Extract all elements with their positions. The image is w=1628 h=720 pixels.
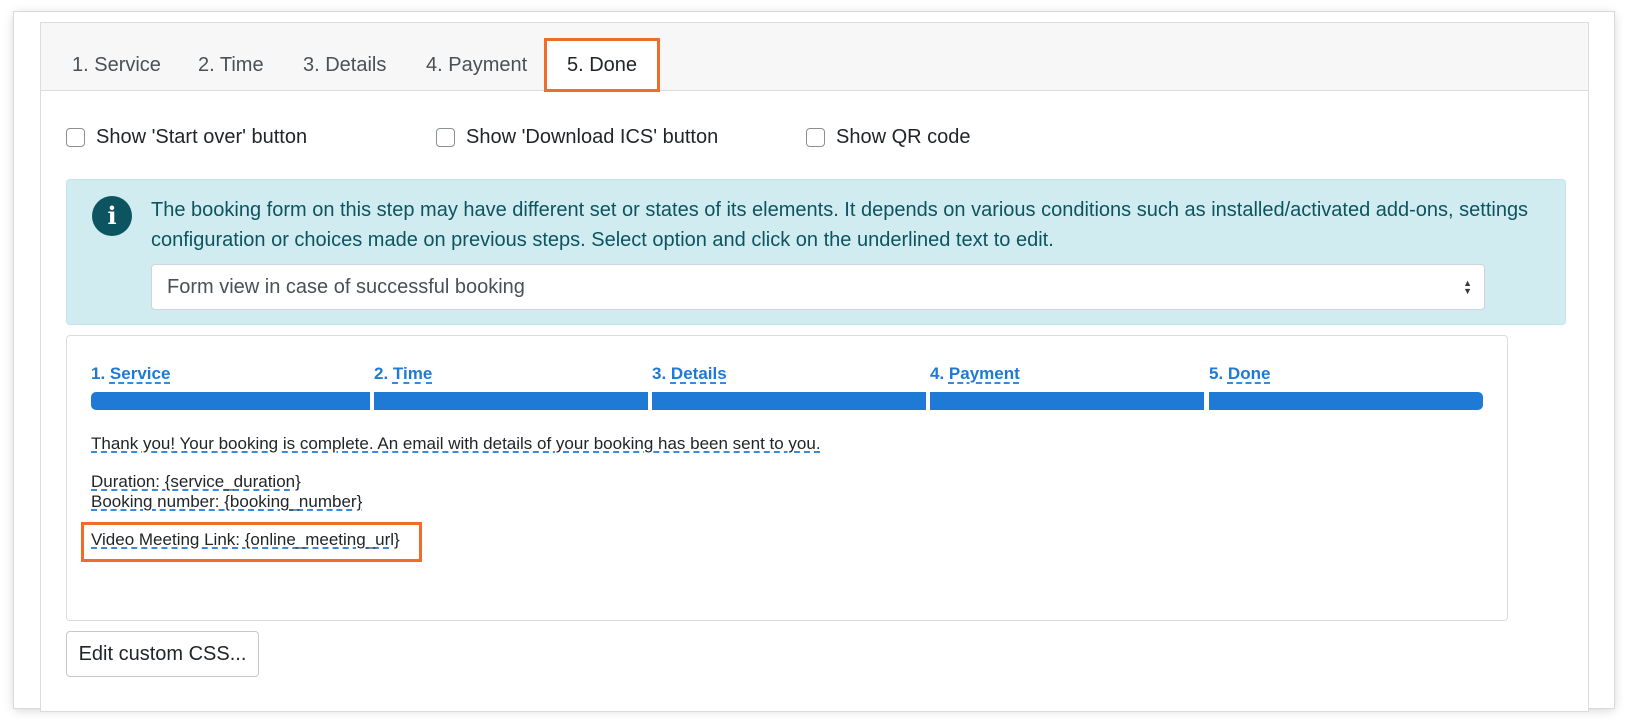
progress-step-details: 3. Details (652, 364, 727, 383)
form-preview: 1. Service 2. Time 3. Details 4. Payment… (66, 335, 1508, 621)
progress-bar-payment (930, 392, 1204, 410)
qr-code-checkbox[interactable] (806, 128, 825, 147)
window-frame: 1. Service 2. Time 3. Details 4. Payment… (14, 12, 1614, 712)
download-ics-checkbox[interactable] (436, 128, 455, 147)
progress-step-time: 2. Time (374, 364, 433, 383)
qr-code-option[interactable]: Show QR code (806, 126, 971, 149)
progress-step-done-label[interactable]: Done (1228, 364, 1271, 383)
progress-bar-time (374, 392, 648, 410)
duration-text[interactable]: Duration: {service_duration} (91, 472, 301, 492)
alert-text: The booking form on this step may have d… (151, 199, 1529, 251)
step-tabs: 1. Service 2. Time 3. Details 4. Payment… (41, 23, 1588, 92)
form-view-select[interactable]: Form view in case of successful booking … (151, 264, 1485, 310)
progress-step-payment: 4. Payment (930, 364, 1020, 383)
start-over-option[interactable]: Show 'Start over' button (66, 126, 307, 149)
start-over-label: Show 'Start over' button (96, 126, 308, 148)
progress-step-service: 1. Service (91, 364, 171, 383)
progress-bar-done (1209, 392, 1483, 410)
info-icon: i (92, 196, 132, 236)
progress-step-time-label[interactable]: Time (393, 364, 432, 383)
video-meeting-link-text[interactable]: Video Meeting Link: {online_meeting_url} (91, 530, 400, 550)
qr-code-label: Show QR code (836, 126, 971, 148)
tab-service[interactable]: 1. Service (72, 39, 161, 91)
tab-details[interactable]: 3. Details (303, 39, 386, 91)
progress-step-service-label[interactable]: Service (110, 364, 171, 383)
progress-step-done: 5. Done (1209, 364, 1271, 383)
progress-bar-details (652, 392, 926, 410)
edit-custom-css-button[interactable]: Edit custom CSS... (66, 631, 259, 677)
tab-time[interactable]: 2. Time (198, 39, 264, 91)
progress-bar-service (91, 392, 370, 410)
download-ics-option[interactable]: Show 'Download ICS' button (436, 126, 718, 149)
progress-step-payment-label[interactable]: Payment (949, 364, 1020, 383)
download-ics-label: Show 'Download ICS' button (466, 126, 719, 148)
form-view-select-value: Form view in case of successful booking (167, 276, 525, 298)
tab-payment[interactable]: 4. Payment (426, 39, 527, 91)
progress-step-details-label[interactable]: Details (671, 364, 727, 383)
thank-you-text[interactable]: Thank you! Your booking is complete. An … (91, 434, 821, 454)
tab-done[interactable]: 5. Done (544, 38, 661, 92)
booking-number-text[interactable]: Booking number: {booking_number} (91, 492, 362, 512)
settings-card: 1. Service 2. Time 3. Details 4. Payment… (40, 22, 1589, 712)
info-alert: i The booking form on this step may have… (66, 179, 1566, 325)
select-arrows-icon: ▲ ▼ (1463, 278, 1472, 296)
start-over-checkbox[interactable] (66, 128, 85, 147)
